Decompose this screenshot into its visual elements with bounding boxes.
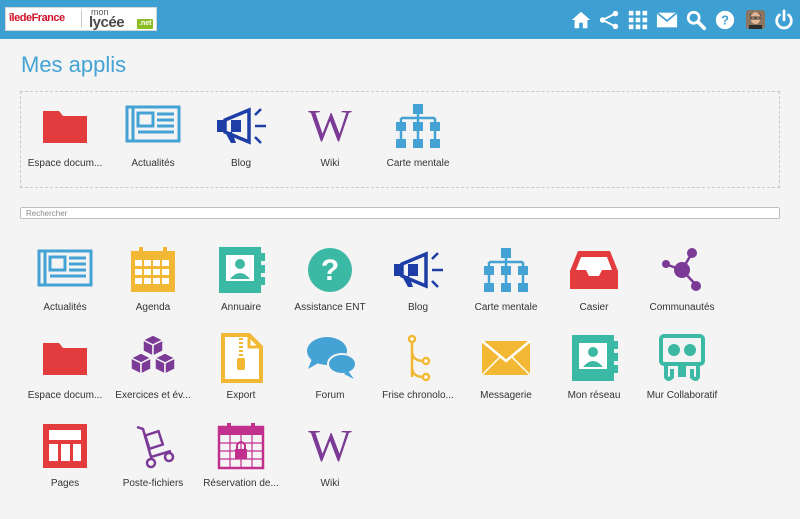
app-label: Export (226, 390, 256, 401)
app-forum[interactable]: Forum (286, 333, 374, 413)
app-label: Communautés (649, 302, 715, 313)
app-label: Annuaire (220, 302, 262, 313)
contact-book-icon (564, 333, 624, 383)
folder-icon (35, 101, 95, 151)
app-messagerie[interactable]: Messagerie (462, 333, 550, 413)
hierarchy-icon (476, 245, 536, 295)
power-icon[interactable] (773, 9, 795, 31)
wiki-icon: W (308, 420, 352, 471)
calendar-lock-icon (211, 421, 271, 471)
megaphone-icon (211, 101, 271, 151)
app-label: Espace docum... (27, 390, 103, 401)
hand-truck-icon (123, 421, 183, 471)
app-carte-mentale[interactable]: Carte mentale (462, 245, 550, 325)
app-reservation[interactable]: Réservation de... (197, 421, 285, 501)
pages-layout-icon (35, 421, 95, 471)
top-bar: îledeFrance mon lycée .net ? (0, 0, 800, 39)
app-label: Messagerie (480, 390, 532, 401)
app-espace-documentaire[interactable]: Espace docum... (21, 333, 109, 413)
app-label: Wiki (320, 478, 340, 489)
app-label: Agenda (135, 302, 171, 313)
search-icon[interactable] (685, 9, 707, 31)
home-icon[interactable] (570, 9, 592, 31)
calendar-icon (123, 245, 183, 295)
app-label: Blog (407, 302, 428, 313)
newspaper-icon (123, 101, 183, 151)
user-avatar[interactable] (746, 10, 765, 29)
app-pages[interactable]: Pages (21, 421, 109, 501)
chat-bubbles-icon (300, 333, 360, 383)
app-label: Carte mentale (474, 302, 538, 313)
app-wiki[interactable]: W Wiki (286, 421, 374, 501)
fav-app-wiki[interactable]: W Wiki (286, 101, 374, 181)
app-agenda[interactable]: Agenda (109, 245, 197, 325)
search-input[interactable] (20, 207, 780, 219)
app-exercices[interactable]: Exercices et év... (109, 333, 197, 413)
fav-app-carte-mentale[interactable]: Carte mentale (374, 101, 462, 181)
app-actualites[interactable]: Actualités (21, 245, 109, 325)
inbox-tray-icon (564, 245, 624, 295)
app-mon-reseau[interactable]: Mon réseau (550, 333, 638, 413)
app-label: Pages (50, 478, 80, 489)
logo-lycee-text: lycée (89, 14, 125, 31)
app-annuaire[interactable]: Annuaire (197, 245, 285, 325)
megaphone-icon (388, 245, 448, 295)
app-label: Espace docum... (27, 158, 103, 169)
app-label: Assistance ENT (294, 302, 366, 313)
share-nodes-icon (652, 245, 712, 295)
app-poste-fichiers[interactable]: Poste-fichiers (109, 421, 197, 501)
zip-file-icon (211, 333, 271, 383)
envelope-icon (476, 333, 536, 383)
cubes-icon (123, 333, 183, 383)
timeline-icon (388, 333, 448, 383)
app-assistance-ent[interactable]: ? Assistance ENT (286, 245, 374, 325)
fav-app-espace-documentaire[interactable]: Espace docum... (21, 101, 109, 181)
page-title: Mes applis (21, 52, 127, 77)
app-casier[interactable]: Casier (550, 245, 638, 325)
question-icon: ? (300, 245, 360, 295)
newspaper-icon (35, 245, 95, 295)
app-label: Actualités (43, 302, 87, 313)
help-icon[interactable]: ? (714, 9, 736, 31)
collab-board-icon (652, 333, 712, 383)
app-label: Mur Collaboratif (646, 390, 718, 401)
app-label: Frise chronolo... (382, 390, 454, 401)
app-blog[interactable]: Blog (374, 245, 462, 325)
logo-separator (81, 10, 82, 28)
logo-net-badge: .net (137, 19, 154, 29)
fav-app-blog[interactable]: Blog (197, 101, 285, 181)
app-label: Wiki (320, 158, 340, 169)
svg-text:?: ? (721, 13, 729, 28)
app-label: Casier (579, 302, 609, 313)
svg-text:?: ? (321, 254, 339, 287)
app-export[interactable]: Export (197, 333, 285, 413)
app-communautes[interactable]: Communautés (638, 245, 726, 325)
hierarchy-icon (388, 101, 448, 151)
wiki-icon: W (308, 100, 352, 151)
apps-grid-icon[interactable] (627, 9, 649, 31)
app-label: Forum (315, 390, 345, 401)
folder-icon (35, 333, 95, 383)
app-label: Carte mentale (386, 158, 450, 169)
mail-icon[interactable] (656, 9, 678, 31)
app-label: Blog (230, 158, 251, 169)
app-label: Réservation de... (203, 478, 279, 489)
app-label: Mon réseau (567, 390, 621, 401)
share-icon[interactable] (598, 9, 620, 31)
app-label: Poste-fichiers (122, 478, 184, 489)
app-mur-collaboratif[interactable]: Mur Collaboratif (638, 333, 726, 413)
contact-book-icon (211, 245, 271, 295)
fav-app-actualites[interactable]: Actualités (109, 101, 197, 181)
app-frise-chronologique[interactable]: Frise chronolo... (374, 333, 462, 413)
logo-region: îledeFrance (9, 12, 65, 24)
logo[interactable]: îledeFrance mon lycée .net (5, 7, 157, 31)
app-label: Actualités (131, 158, 175, 169)
app-label: Exercices et év... (115, 390, 191, 401)
